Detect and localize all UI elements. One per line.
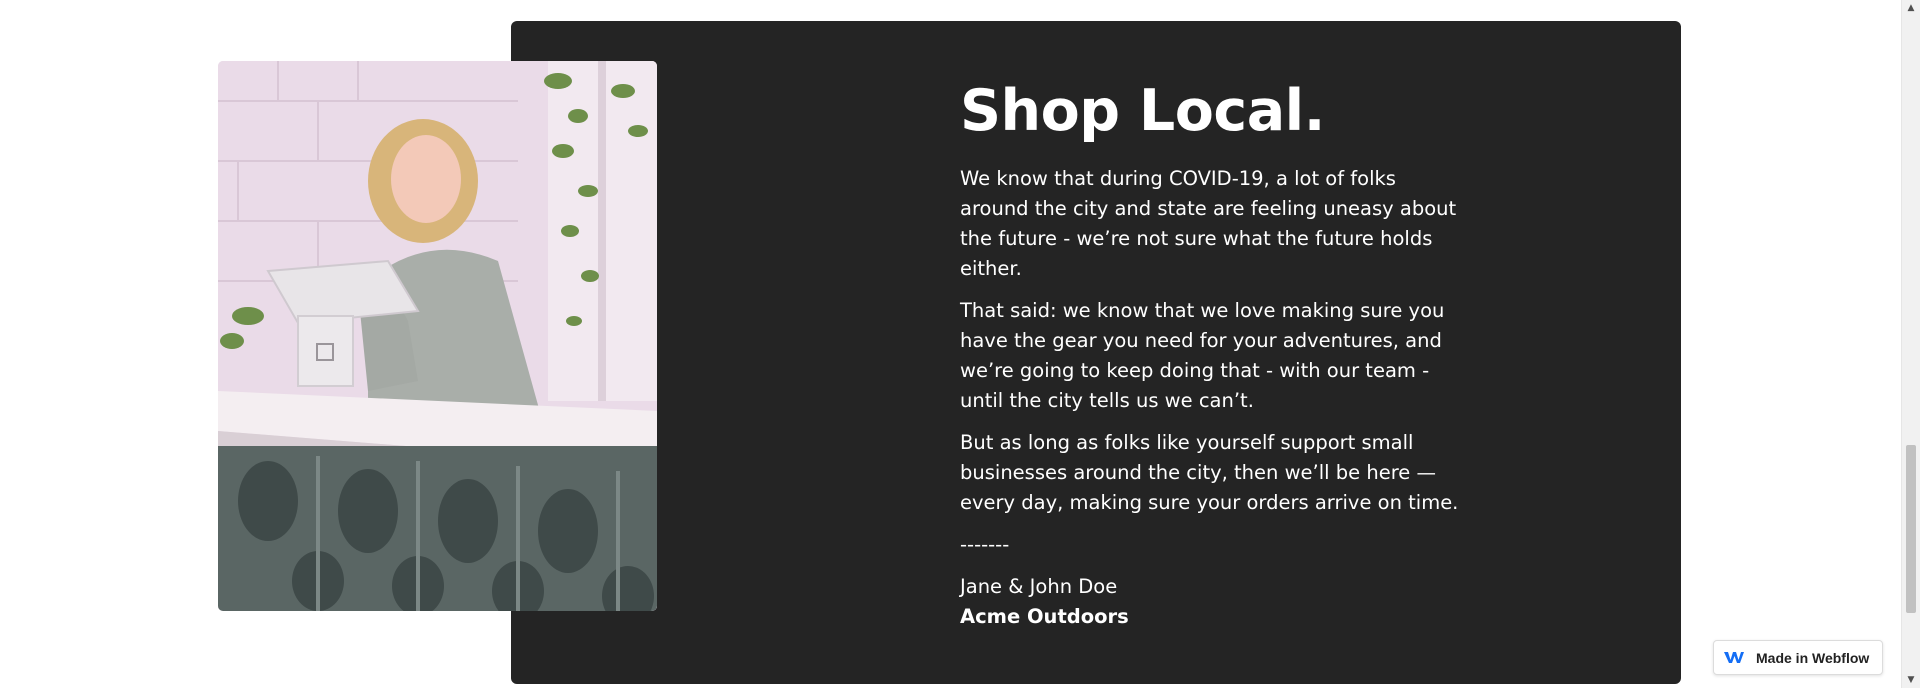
scroll-up-icon[interactable]: ▲ [1902, 0, 1920, 16]
signature-name: Jane & John Doe [960, 575, 1118, 598]
scroll-down-icon[interactable]: ▼ [1902, 672, 1920, 688]
paragraph-that-said: That said: we know that we love making s… [960, 299, 1445, 412]
shopkeeper-photo [218, 61, 657, 611]
scrollbar-thumb[interactable] [1906, 445, 1916, 613]
webflow-logo-icon [1724, 650, 1746, 666]
page: Shop Local. We know that during COVID-19… [0, 0, 1920, 688]
paragraph-support: But as long as folks like yourself suppo… [960, 431, 1459, 514]
shop-local-content: Shop Local. We know that during COVID-19… [960, 76, 1460, 632]
badge-label: Made in Webflow [1756, 649, 1870, 666]
paragraph-covid: We know that during COVID-19, a lot of f… [960, 167, 1457, 280]
section-heading: Shop Local. [960, 78, 1325, 144]
text-divider: ------- [960, 533, 1010, 556]
made-in-webflow-badge[interactable]: Made in Webflow [1713, 640, 1883, 675]
signature-company: Acme Outdoors [960, 605, 1129, 628]
vertical-scrollbar[interactable]: ▲ ▼ [1901, 0, 1920, 688]
